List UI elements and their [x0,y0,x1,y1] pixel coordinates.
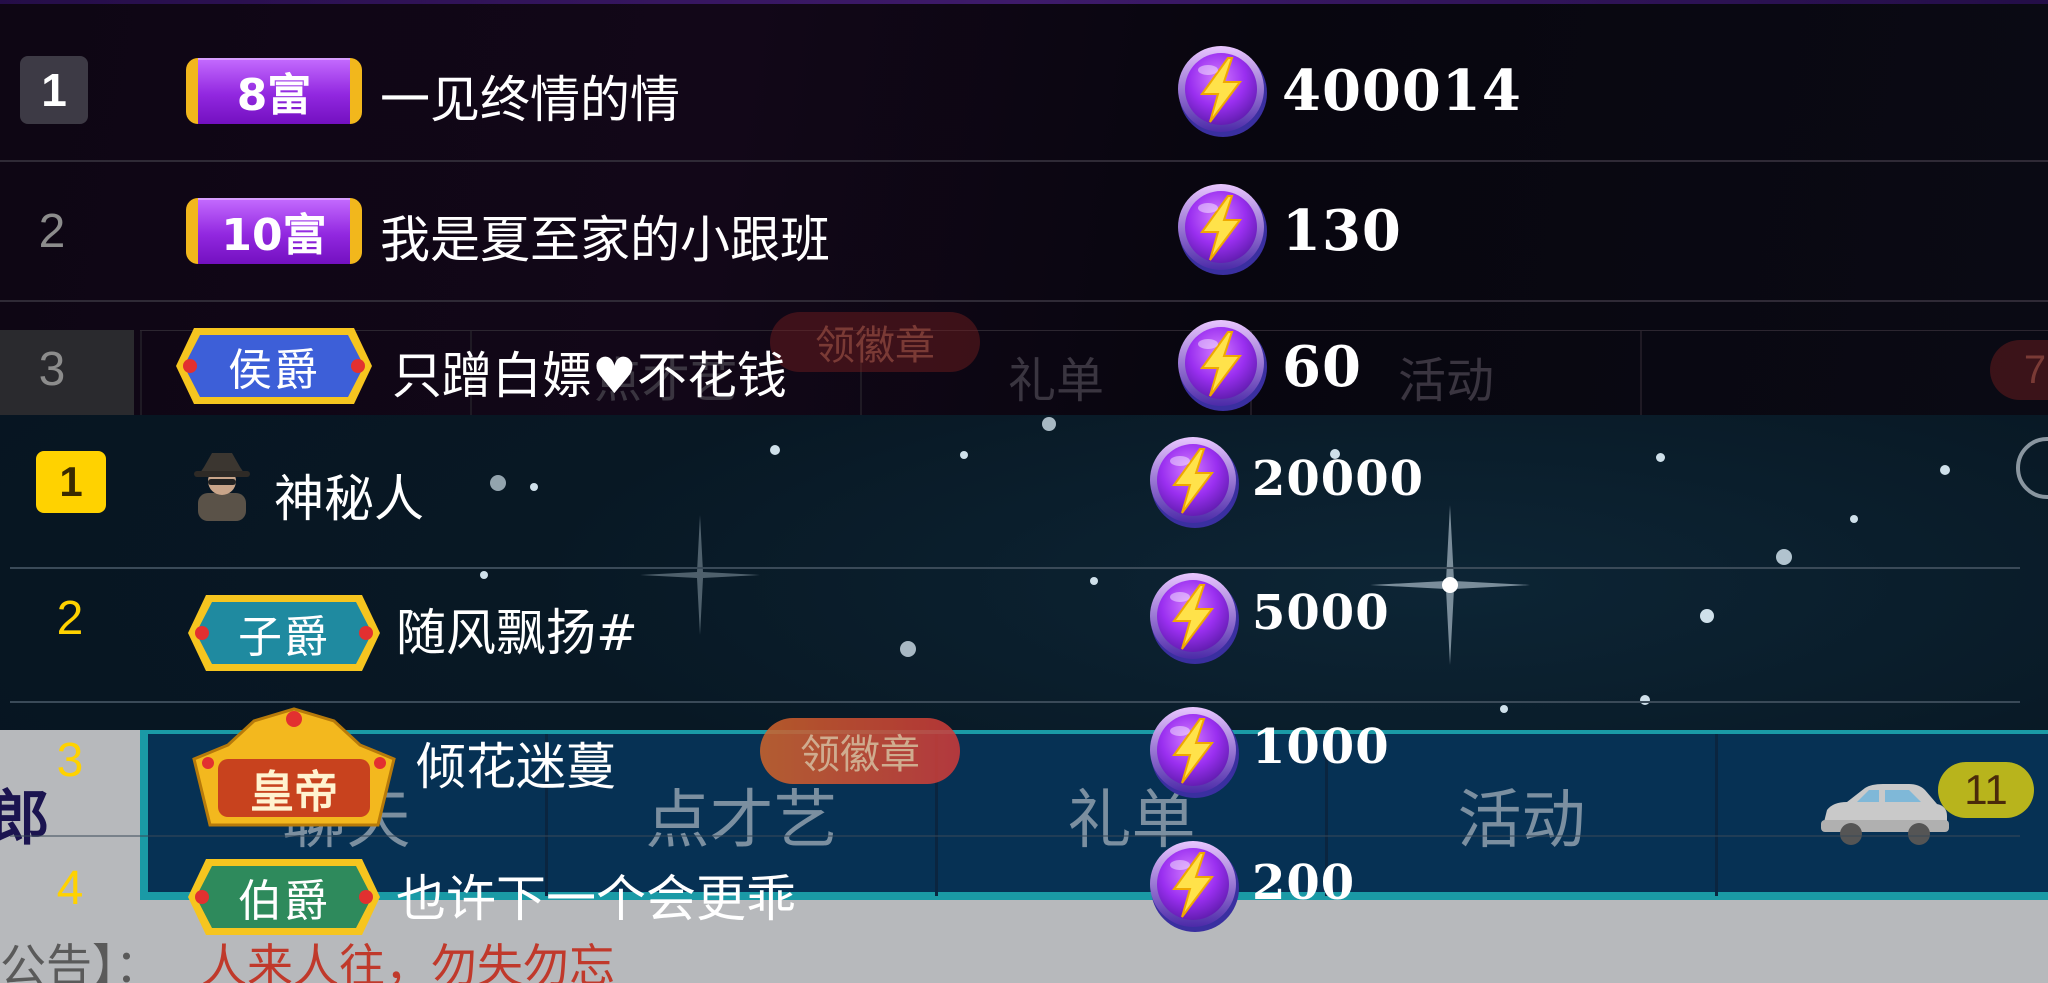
noble-rank-badge: 伯爵 [186,855,382,939]
emperor-badge: 皇帝 [188,705,400,835]
star-decoration [1940,465,1950,475]
top-ranking-panel: 聊天 点才艺 礼单 活动 领徽章 7 1 8富 一见终情的情 400014 2 … [0,0,2048,415]
rank-badge: 1 [20,56,88,124]
noble-rank-badge: 子爵 [186,591,382,675]
row-divider [10,567,2020,569]
rank-number: 2 [38,205,66,258]
announcement-text: 人来人往，勿失勿忘 [201,939,615,983]
user-name[interactable]: 倾花迷蔓 [416,727,616,799]
star-decoration [530,483,538,491]
row-divider [0,160,2048,162]
user-name[interactable]: 只蹭白嫖♥不花钱 [392,336,787,408]
rank-number: 3 [38,343,66,396]
contribution-score: 400014 [1282,58,1522,124]
noble-rank-badge: 侯爵 [174,324,374,408]
contribution-score: 130 [1282,198,1402,264]
car-count-badge: 11 [1938,762,2034,818]
ghost-count-badge: 7 [1990,340,2048,400]
info-icon[interactable] [2016,437,2048,499]
user-name[interactable]: 也许下一个会更乖 [396,859,796,931]
star-decoration [1700,609,1714,623]
car-icon [1821,784,1949,845]
star-decoration [1090,577,1098,585]
claim-badge-button[interactable]: 领徽章 [760,718,960,784]
star-decoration [480,571,488,579]
sparkle-icon [1370,505,1530,665]
bottom-ranking-panel: 郎 聊天 点才艺 礼单 活动 11 公告】：人来人往，勿失勿忘 领徽章 1 [0,415,2048,983]
star-decoration [900,641,916,657]
noble-rank-label: 子爵 [238,612,330,663]
user-name[interactable]: 一见终情的情 [380,60,680,132]
contribution-score: 5000 [1252,585,1390,641]
rank-badge: 1 [36,451,106,513]
rank-number: 3 [56,734,84,787]
noble-rank-label: 侯爵 [228,345,320,396]
lightning-coin-icon [1149,706,1240,799]
star-decoration [1776,549,1792,565]
contribution-score: 1000 [1252,719,1390,775]
contribution-score: 60 [1282,334,1362,400]
rank-number: 2 [56,592,84,645]
ghost-tab-extra [1640,331,2048,415]
lightning-coin-icon [1177,319,1268,412]
emperor-label: 皇帝 [250,767,338,818]
row-divider [10,835,2020,837]
rank-number: 4 [56,862,84,915]
lightning-coin-icon [1149,572,1240,665]
noble-rank-label: 伯爵 [238,876,330,927]
row-divider [10,701,2020,703]
wealth-level-badge: 10富 [186,198,362,264]
star-decoration [1656,453,1665,462]
announcement-label: 公告】： [0,939,161,983]
contribution-score: 20000 [1252,451,1424,507]
row-divider [0,300,2048,302]
user-name[interactable]: 神秘人 [274,459,424,531]
sparkle-icon [640,515,760,635]
user-name[interactable]: 我是夏至家的小跟班 [380,200,830,272]
ghost-claim-badge: 领徽章 [770,312,980,372]
contribution-score: 200 [1252,855,1356,911]
star-decoration [1042,417,1056,431]
mystery-man-avatar-icon [194,453,250,521]
star-decoration [770,445,780,455]
user-name[interactable]: 随风飘扬# [396,593,638,665]
star-decoration [1850,515,1858,523]
star-decoration [1640,695,1650,705]
star-decoration [960,451,968,459]
top-glow-line [0,0,2048,4]
lightning-coin-icon [1177,183,1268,276]
star-decoration [490,475,506,491]
star-decoration [1500,705,1508,713]
wealth-level-badge: 8富 [186,58,362,124]
lightning-coin-icon [1149,436,1240,529]
lightning-coin-icon [1149,840,1240,933]
lightning-coin-icon [1177,45,1268,138]
